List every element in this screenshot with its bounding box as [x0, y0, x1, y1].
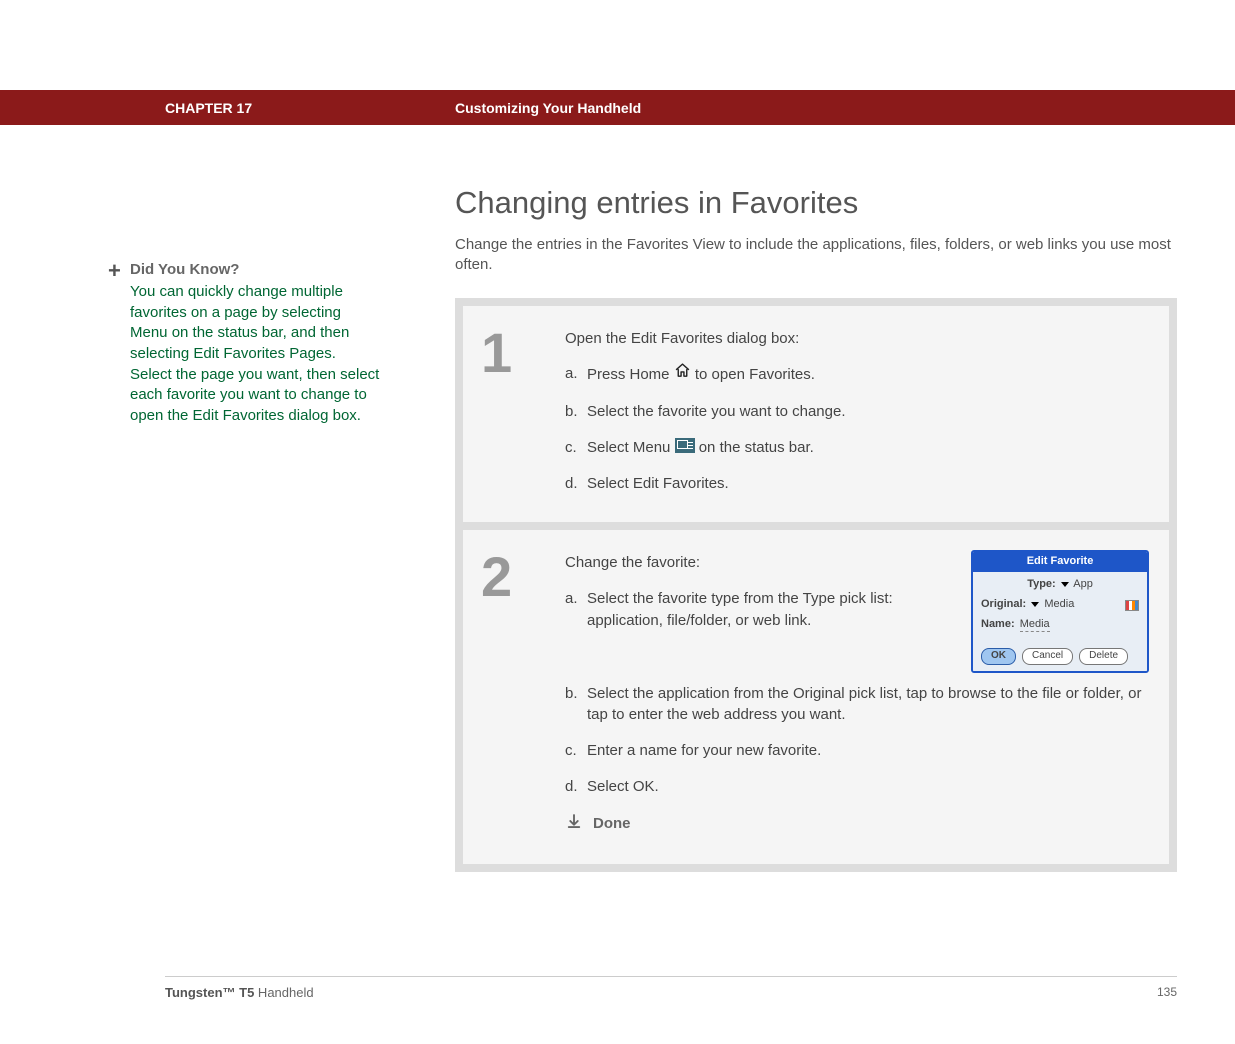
footer-product: Tungsten™ T5 Handheld [165, 985, 314, 1000]
substep-letter: a. [565, 363, 587, 387]
substep-c: c. Select Menu on the status bar. [565, 437, 1149, 459]
chapter-label: CHAPTER 17 [165, 100, 455, 116]
menu-icon [675, 438, 695, 453]
plus-icon: + [108, 258, 358, 284]
page-body: + Did You Know? You can quickly change m… [0, 125, 1235, 872]
type-row: Type: App [981, 577, 1139, 593]
home-icon [674, 362, 691, 386]
substep-text: Press Home to open Favorites. [587, 363, 1149, 387]
substep-letter: d. [565, 473, 587, 495]
page-number: 135 [1157, 985, 1177, 1000]
original-value: Media [1044, 598, 1074, 610]
substep-d: d. Select Edit Favorites. [565, 473, 1149, 495]
sidebar: + Did You Know? You can quickly change m… [0, 185, 420, 872]
done-label: Done [593, 813, 631, 835]
name-row: Name: Media [981, 617, 1139, 633]
substep-text: Select the application from the Original… [587, 683, 1149, 727]
steps-container: 1 Open the Edit Favorites dialog box: a.… [455, 298, 1177, 873]
cancel-button[interactable]: Cancel [1022, 648, 1073, 665]
substep-letter: c. [565, 437, 587, 459]
ok-button[interactable]: OK [981, 648, 1016, 665]
footer: Tungsten™ T5 Handheld 135 [165, 976, 1177, 1000]
substep-text: Select Edit Favorites. [587, 473, 1149, 495]
step2-row: Change the favorite: a. Select the favor… [565, 552, 1149, 672]
delete-button[interactable]: Delete [1079, 648, 1128, 665]
substep-letter: d. [565, 776, 587, 798]
page-title: Changing entries in Favorites [455, 185, 1177, 221]
step-2: 2 Change the favorite: a. Select the fav… [463, 522, 1169, 864]
main-content: Changing entries in Favorites Change the… [420, 185, 1235, 872]
step-number: 1 [475, 328, 565, 495]
substep-text: Select Menu on the status bar. [587, 437, 1149, 459]
dropdown-icon[interactable] [1031, 602, 1039, 607]
name-field[interactable]: Media [1020, 618, 1050, 632]
did-you-know-body: You can quickly change multiple favorite… [130, 282, 380, 427]
substep-c: c. Enter a name for your new favorite. [565, 740, 1149, 762]
dialog-body: Type: App Original: Media [973, 572, 1147, 642]
substep-letter: c. [565, 740, 587, 762]
done-row: Done [565, 812, 1149, 837]
dialog-buttons: OK Cancel Delete [973, 642, 1147, 671]
header-bar: CHAPTER 17 Customizing Your Handheld [0, 90, 1235, 125]
chapter-title: Customizing Your Handheld [455, 100, 641, 116]
edit-favorite-dialog: Edit Favorite Type: App Original: [971, 550, 1149, 672]
substep-b: b. Select the application from the Origi… [565, 683, 1149, 727]
dropdown-icon[interactable] [1061, 582, 1069, 587]
original-row: Original: Media [981, 597, 1139, 613]
step-content: Open the Edit Favorites dialog box: a. P… [565, 328, 1149, 495]
type-label: Type: [1027, 578, 1056, 590]
step-lead: Change the favorite: [565, 552, 947, 574]
step-1: 1 Open the Edit Favorites dialog box: a.… [463, 306, 1169, 523]
substep-text: Enter a name for your new favorite. [587, 740, 1149, 762]
substep-a: a. Press Home to open Favorites. [565, 363, 1149, 387]
step-number: 2 [475, 552, 565, 836]
intro-text: Change the entries in the Favorites View… [455, 235, 1177, 276]
step2-text: Change the favorite: a. Select the favor… [565, 552, 947, 672]
step-content: Change the favorite: a. Select the favor… [565, 552, 1149, 836]
name-label: Name: [981, 618, 1015, 630]
substep-text: Select OK. [587, 776, 1149, 798]
done-arrow-icon [565, 812, 583, 837]
substep-letter: a. [565, 588, 587, 632]
app-icon [1125, 600, 1139, 611]
substep-text: Select the favorite you want to change. [587, 401, 1149, 423]
substep-b: b. Select the favorite you want to chang… [565, 401, 1149, 423]
substep-letter: b. [565, 683, 587, 727]
substep-text: Select the favorite type from the Type p… [587, 588, 947, 632]
original-label: Original: [981, 598, 1026, 610]
type-value: App [1073, 578, 1093, 590]
substep-a: a. Select the favorite type from the Typ… [565, 588, 947, 632]
dialog-title: Edit Favorite [973, 552, 1147, 572]
step-lead: Open the Edit Favorites dialog box: [565, 328, 1149, 350]
substep-letter: b. [565, 401, 587, 423]
substep-d: d. Select OK. [565, 776, 1149, 798]
